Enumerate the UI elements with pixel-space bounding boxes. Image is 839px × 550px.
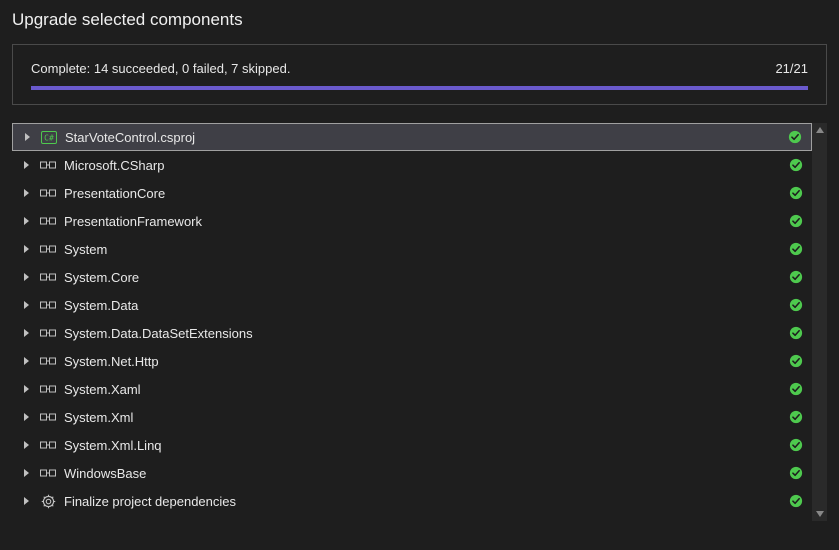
- chevron-right-icon[interactable]: [22, 440, 32, 450]
- csharp-project-icon: C#: [41, 129, 57, 145]
- success-icon: [788, 213, 804, 229]
- success-icon: [788, 381, 804, 397]
- scroll-up-icon[interactable]: [812, 123, 827, 137]
- reference-icon: [40, 381, 56, 397]
- reference-icon: [40, 213, 56, 229]
- reference-icon: [40, 241, 56, 257]
- chevron-right-icon[interactable]: [22, 300, 32, 310]
- scrollbar[interactable]: [812, 123, 827, 521]
- list-item[interactable]: Microsoft.CSharp: [12, 151, 812, 179]
- progress-fill: [31, 86, 808, 90]
- list-item-label: System: [62, 242, 782, 257]
- chevron-right-icon[interactable]: [22, 216, 32, 226]
- success-icon: [788, 353, 804, 369]
- success-icon: [788, 185, 804, 201]
- list-item-label: System.Core: [62, 270, 782, 285]
- reference-icon: [40, 157, 56, 173]
- reference-icon: [40, 185, 56, 201]
- list-item[interactable]: WindowsBase: [12, 459, 812, 487]
- success-icon: [787, 129, 803, 145]
- chevron-right-icon[interactable]: [22, 160, 32, 170]
- reference-icon: [40, 269, 56, 285]
- list-item[interactable]: System.Data.DataSetExtensions: [12, 319, 812, 347]
- success-icon: [788, 241, 804, 257]
- list-item[interactable]: System.Net.Http: [12, 347, 812, 375]
- reference-icon: [40, 353, 56, 369]
- list-item[interactable]: System.Core: [12, 263, 812, 291]
- chevron-right-icon[interactable]: [22, 468, 32, 478]
- chevron-right-icon[interactable]: [22, 384, 32, 394]
- list-item-label: Microsoft.CSharp: [62, 158, 782, 173]
- list-item-label: System.Xaml: [62, 382, 782, 397]
- component-list: C# StarVoteControl.csproj Microsoft.CSharp…: [12, 123, 812, 521]
- gear-icon: [40, 493, 56, 509]
- reference-icon: [40, 297, 56, 313]
- chevron-right-icon[interactable]: [22, 328, 32, 338]
- reference-icon: [40, 409, 56, 425]
- list-item[interactable]: C# StarVoteControl.csproj: [12, 123, 812, 151]
- list-item[interactable]: System.Xaml: [12, 375, 812, 403]
- list-item[interactable]: System.Data: [12, 291, 812, 319]
- chevron-right-icon[interactable]: [22, 496, 32, 506]
- list-item[interactable]: PresentationCore: [12, 179, 812, 207]
- list-item-label: PresentationFramework: [62, 214, 782, 229]
- list-item-label: PresentationCore: [62, 186, 782, 201]
- success-icon: [788, 325, 804, 341]
- chevron-right-icon[interactable]: [22, 356, 32, 366]
- page-title: Upgrade selected components: [12, 10, 827, 30]
- status-message: Complete: 14 succeeded, 0 failed, 7 skip…: [31, 61, 290, 76]
- chevron-right-icon[interactable]: [23, 132, 33, 142]
- list-item-label: WindowsBase: [62, 466, 782, 481]
- svg-text:C#: C#: [44, 133, 54, 142]
- reference-icon: [40, 325, 56, 341]
- list-item-label: System.Xml: [62, 410, 782, 425]
- scroll-down-icon[interactable]: [812, 507, 827, 521]
- list-item[interactable]: System: [12, 235, 812, 263]
- list-item[interactable]: Finalize project dependencies: [12, 487, 812, 515]
- list-item-label: Finalize project dependencies: [62, 494, 782, 509]
- list-item-label: System.Data.DataSetExtensions: [62, 326, 782, 341]
- success-icon: [788, 493, 804, 509]
- list-item-label: StarVoteControl.csproj: [63, 130, 781, 145]
- success-icon: [788, 157, 804, 173]
- status-count: 21/21: [775, 61, 808, 76]
- list-item-label: System.Data: [62, 298, 782, 313]
- success-icon: [788, 465, 804, 481]
- chevron-right-icon[interactable]: [22, 244, 32, 254]
- list-item[interactable]: PresentationFramework: [12, 207, 812, 235]
- chevron-right-icon[interactable]: [22, 272, 32, 282]
- reference-icon: [40, 437, 56, 453]
- success-icon: [788, 409, 804, 425]
- status-panel: Complete: 14 succeeded, 0 failed, 7 skip…: [12, 44, 827, 105]
- progress-bar: [31, 86, 808, 90]
- success-icon: [788, 297, 804, 313]
- chevron-right-icon[interactable]: [22, 188, 32, 198]
- list-item[interactable]: System.Xml.Linq: [12, 431, 812, 459]
- success-icon: [788, 269, 804, 285]
- list-item-label: System.Net.Http: [62, 354, 782, 369]
- list-item-label: System.Xml.Linq: [62, 438, 782, 453]
- success-icon: [788, 437, 804, 453]
- reference-icon: [40, 465, 56, 481]
- chevron-right-icon[interactable]: [22, 412, 32, 422]
- list-item[interactable]: System.Xml: [12, 403, 812, 431]
